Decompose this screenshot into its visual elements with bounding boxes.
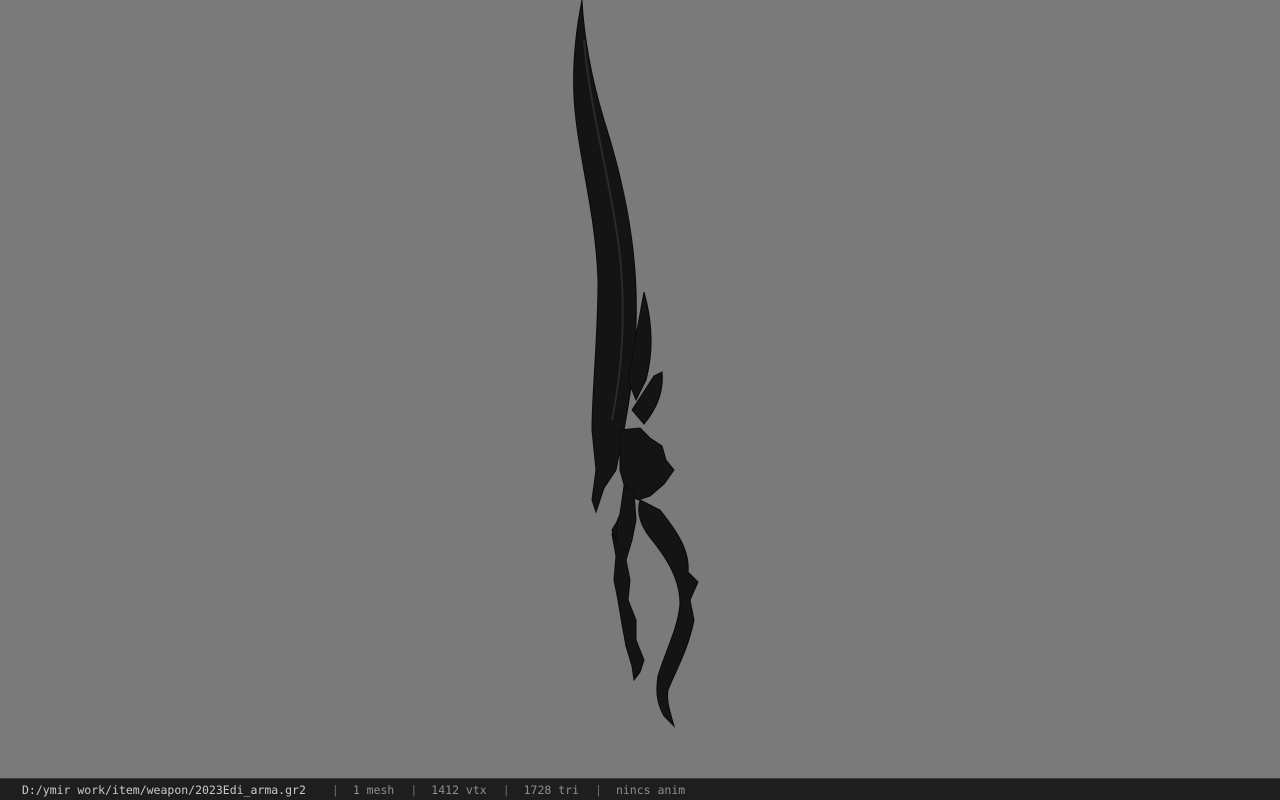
separator: | [410, 782, 418, 797]
tail [638, 499, 699, 728]
status-bar: D:/ymir work/item/weapon/2023Edi_arma.gr… [0, 778, 1280, 800]
file-path: D:/ymir work/item/weapon/2023Edi_arma.gr… [22, 782, 306, 797]
vertex-count: 1412 vtx [431, 782, 487, 797]
separator: | [502, 782, 510, 797]
separator: | [331, 782, 339, 797]
3d-viewport[interactable] [0, 0, 1280, 778]
sword-model[interactable] [0, 0, 1280, 778]
mesh-count: 1 mesh [352, 782, 395, 797]
triangle-count: 1728 tri [523, 782, 580, 797]
separator: | [595, 782, 602, 797]
animation-status: nincs anim [615, 782, 686, 797]
